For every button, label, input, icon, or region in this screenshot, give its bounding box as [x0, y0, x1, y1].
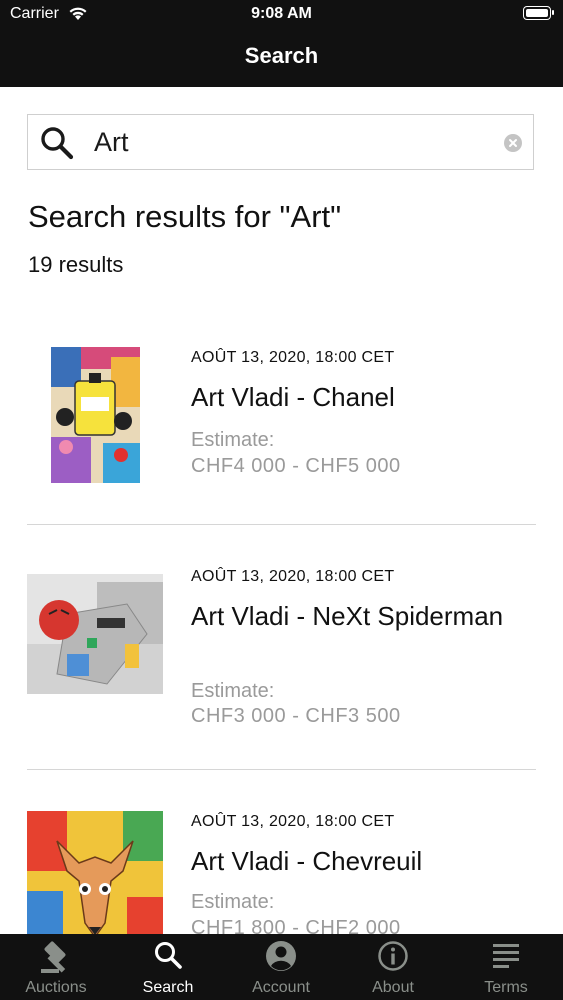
navigation-bar: Search	[0, 30, 563, 87]
result-item[interactable]: AOÛT 13, 2020, 18:00 CET Art Vladi - NeX…	[27, 550, 536, 750]
result-title: Art Vladi - Chevreuil	[191, 846, 423, 876]
tab-about[interactable]: About	[337, 934, 449, 1000]
result-title: Art Vladi - Chanel	[191, 382, 395, 412]
divider	[27, 769, 536, 770]
info-icon	[337, 940, 449, 977]
results-count: 19 results	[28, 252, 124, 277]
estimate-value: CHF3 000 - CHF3 500	[191, 705, 401, 727]
search-icon	[112, 940, 224, 975]
app-screen: Carrier 9:08 AM Search Art Search result…	[0, 0, 563, 1000]
battery-icon	[523, 6, 554, 20]
tab-bar: Auctions Search Account About Terms	[0, 934, 563, 1000]
result-title: Art Vladi - NeXt Spiderman	[191, 601, 504, 631]
tab-terms[interactable]: Terms	[450, 934, 562, 1000]
tab-search[interactable]: Search	[112, 934, 224, 1000]
divider	[27, 524, 536, 525]
search-input[interactable]	[94, 125, 494, 159]
estimate-label: Estimate:	[191, 680, 275, 702]
result-item[interactable]: AOÛT 13, 2020, 18:00 CET Art Vladi - Che…	[27, 795, 536, 955]
search-icon	[40, 126, 74, 165]
estimate-value: CHF4 000 - CHF5 000	[191, 455, 401, 477]
status-bar: Carrier 9:08 AM	[0, 0, 563, 30]
tab-label: Terms	[484, 979, 528, 996]
search-field[interactable]	[27, 114, 534, 170]
tab-auctions[interactable]: Auctions	[0, 934, 112, 1000]
tab-label: Account	[252, 979, 310, 996]
estimate-label: Estimate:	[191, 429, 275, 451]
clock: 9:08 AM	[251, 5, 312, 22]
deer-artwork-thumbnail	[27, 811, 163, 951]
auction-date: AOÛT 13, 2020, 18:00 CET	[191, 568, 395, 585]
page-title: Search	[244, 43, 319, 68]
result-item[interactable]: AOÛT 13, 2020, 18:00 CET Art Vladi - Cha…	[27, 330, 536, 510]
account-icon	[225, 940, 337, 977]
tab-label: Search	[142, 979, 194, 996]
chanel-artwork-thumbnail	[51, 347, 140, 483]
tab-label: About	[372, 979, 414, 996]
auction-date: AOÛT 13, 2020, 18:00 CET	[191, 349, 395, 366]
clear-search-icon[interactable]	[504, 134, 522, 152]
estimate-label: Estimate:	[191, 891, 275, 913]
tab-account[interactable]: Account	[225, 934, 337, 1000]
auction-date: AOÛT 13, 2020, 18:00 CET	[191, 813, 395, 830]
tab-label: Auctions	[25, 979, 87, 996]
list-icon	[450, 940, 562, 975]
spiderman-sculpture-thumbnail	[27, 574, 163, 694]
results-heading: Search results for "Art"	[28, 199, 342, 234]
gavel-icon	[0, 940, 112, 979]
